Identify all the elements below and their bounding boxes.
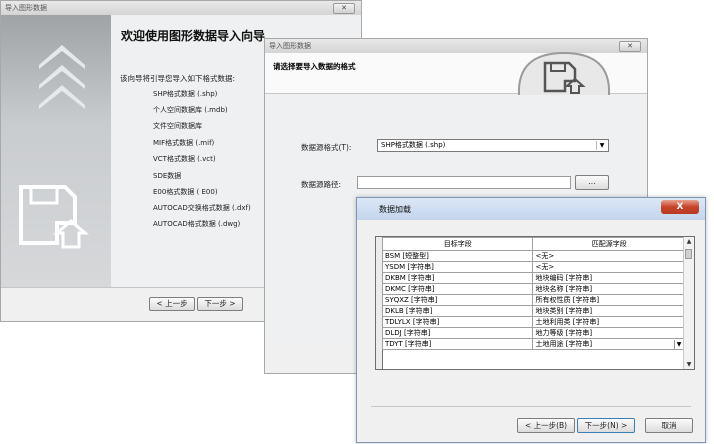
source-field-cell[interactable]: 地块类别 [字符串] — [532, 305, 686, 317]
table-row[interactable]: DLDJ [字符串] 地力等级 [字符串] — [381, 327, 686, 339]
source-field-cell[interactable]: <无> — [532, 261, 686, 273]
format-label: 数据源格式(T): — [301, 143, 352, 152]
table-row[interactable]: DKMC [字符串] 地块名称 [字符串] — [381, 283, 686, 295]
browse-button[interactable]: ... — [575, 175, 609, 190]
data-load-dialog: 数据加载 X 目标字段 匹配源字段 BSM [短整型] <无> YSDM [字符… — [356, 197, 706, 443]
divider — [371, 406, 691, 407]
target-field-cell: BSM [短整型] — [381, 250, 534, 262]
format-item: VCT格式数据 (.vct) — [153, 155, 216, 163]
vertical-scrollbar[interactable]: ▲ ▼ — [683, 237, 694, 369]
target-field-cell: DLDJ [字符串] — [381, 327, 534, 339]
floppy-import-icon — [19, 185, 89, 249]
target-field-cell: TDLYLX [字符串] — [381, 316, 534, 328]
window-title: 数据加载 — [379, 205, 411, 214]
cancel-button[interactable]: 取消 — [645, 418, 693, 433]
source-field-value: 土地用途 [字符串] — [535, 339, 593, 348]
format-item: SDE数据 — [153, 172, 182, 180]
window-title: 导入图形数据 — [5, 4, 47, 12]
close-button[interactable]: ✕ — [333, 3, 355, 14]
title-bar: 数据加载 X — [357, 198, 705, 220]
format-item: AUTOCAD交换格式数据 (.dxf) — [153, 204, 251, 212]
table-row[interactable]: TDLYLX [字符串] 土地利用类 [字符串] — [381, 316, 686, 328]
format-item: AUTOCAD格式数据 (.dwg) — [153, 220, 241, 228]
scroll-thumb[interactable] — [685, 249, 692, 259]
column-header-source: 匹配源字段 — [532, 237, 686, 251]
close-button[interactable]: ✕ — [619, 41, 641, 52]
title-bar: 导入图形数据 ✕ — [1, 1, 361, 16]
format-item: E00格式数据 ( E00) — [153, 188, 218, 196]
wizard-side-panel — [1, 15, 111, 287]
floppy-import-icon — [517, 51, 611, 96]
format-select-value: SHP格式数据 (.shp) — [381, 141, 446, 149]
path-label: 数据源路径: — [301, 180, 342, 189]
prev-button[interactable]: < 上一步 — [149, 297, 195, 311]
source-field-cell[interactable]: 地块编码 [字符串] — [532, 272, 686, 284]
table-row[interactable]: BSM [短整型] <无> — [381, 250, 686, 262]
header-title: 请选择要导入数据的格式 — [273, 62, 356, 71]
table-row[interactable]: DKLB [字符串] 地块类别 [字符串] — [381, 305, 686, 317]
source-field-cell[interactable]: 地力等级 [字符串] — [532, 327, 686, 339]
source-field-cell[interactable]: <无> — [532, 250, 686, 262]
format-item: 文件空间数据库 — [153, 122, 202, 130]
path-input[interactable] — [357, 176, 571, 189]
target-field-cell: YSDM [字符串] — [381, 261, 534, 273]
target-field-cell: DKLB [字符串] — [381, 305, 534, 317]
column-header-target: 目标字段 — [381, 237, 534, 251]
source-field-cell[interactable]: 地块名称 [字符串] — [532, 283, 686, 295]
table-row[interactable]: SYQXZ [字符串] 所有权性质 [字符串] — [381, 294, 686, 306]
field-mapping-grid: 目标字段 匹配源字段 BSM [短整型] <无> YSDM [字符串] <无> … — [375, 236, 695, 370]
table-row[interactable]: YSDM [字符串] <无> — [381, 261, 686, 273]
format-item: 个人空间数据库 (.mdb) — [153, 106, 228, 114]
source-field-cell[interactable]: 土地用途 [字符串] ▼ — [532, 338, 686, 350]
next-button[interactable]: 下一步(N) > — [577, 418, 635, 433]
table-row[interactable]: DKBM [字符串] 地块编码 [字符串] — [381, 272, 686, 284]
close-button[interactable]: X — [661, 200, 699, 214]
welcome-heading: 欢迎使用图形数据导入向导 — [121, 29, 266, 43]
target-field-cell: TDYT [字符串] — [381, 338, 534, 350]
target-field-cell: SYQXZ [字符串] — [381, 294, 534, 306]
next-button[interactable]: 下一步 > — [197, 297, 243, 311]
target-field-cell: DKBM [字符串] — [381, 272, 534, 284]
format-item: SHP格式数据 (.shp) — [153, 90, 218, 98]
intro-text: 该向导将引导您导入如下格式数据: — [120, 74, 236, 83]
source-field-cell[interactable]: 所有权性质 [字符串] — [532, 294, 686, 306]
prev-button[interactable]: < 上一步(B) — [517, 418, 575, 433]
dropdown-arrow-icon[interactable]: ▼ — [596, 141, 607, 150]
chevron-up-icon — [39, 85, 85, 109]
scroll-down-arrow-icon[interactable]: ▼ — [684, 360, 694, 369]
table-row[interactable]: TDYT [字符串] 土地用途 [字符串] ▼ — [381, 338, 686, 350]
target-field-cell: DKMC [字符串] — [381, 283, 534, 295]
format-select[interactable]: SHP格式数据 (.shp) ▼ — [377, 139, 609, 152]
window-title: 导入图形数据 — [269, 42, 311, 50]
mapping-table: 目标字段 匹配源字段 BSM [短整型] <无> YSDM [字符串] <无> … — [381, 237, 686, 350]
scroll-up-arrow-icon[interactable]: ▲ — [684, 237, 694, 246]
format-item: MIF格式数据 (.mif) — [153, 139, 215, 147]
source-field-cell[interactable]: 土地利用类 [字符串] — [532, 316, 686, 328]
dropdown-arrow-icon[interactable]: ▼ — [674, 339, 683, 349]
